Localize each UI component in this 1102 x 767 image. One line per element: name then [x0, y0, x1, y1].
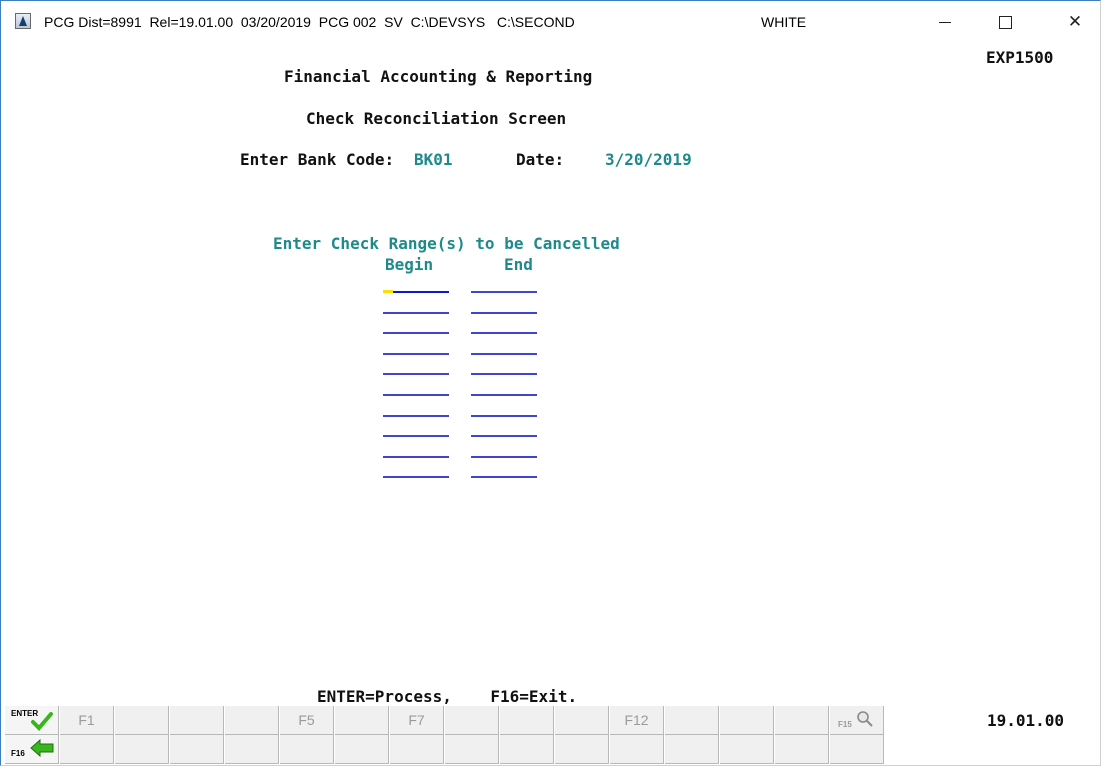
fkey-f12-button[interactable]: F12 — [610, 706, 664, 735]
begin-check-field[interactable] — [383, 455, 449, 458]
fkey-f1-button[interactable]: F1 — [60, 706, 114, 735]
minimize-button[interactable] — [925, 7, 965, 37]
text-cursor — [383, 290, 393, 293]
fkey-cell[interactable] — [775, 706, 829, 735]
fkey-cell[interactable] — [335, 706, 389, 735]
date-field[interactable]: 3/20/2019 — [605, 150, 692, 169]
checkmark-icon — [31, 712, 53, 731]
fkey-cell[interactable] — [555, 706, 609, 735]
fkey-cell[interactable] — [115, 735, 169, 764]
minimize-icon — [939, 22, 951, 24]
fkey-cell[interactable] — [115, 706, 169, 735]
magnifier-icon — [857, 711, 873, 727]
fkey-cell[interactable] — [280, 735, 334, 764]
begin-check-field[interactable] — [383, 435, 449, 438]
maximize-button[interactable] — [985, 7, 1025, 37]
window-user: WHITE — [761, 14, 807, 30]
program-id: EXP1500 — [986, 48, 1054, 67]
end-check-field[interactable] — [471, 476, 537, 479]
fkey-cell[interactable] — [225, 706, 279, 735]
begin-check-field[interactable] — [383, 373, 449, 376]
maximize-icon — [998, 16, 1012, 30]
end-check-field[interactable] — [471, 373, 537, 376]
end-check-field[interactable] — [471, 455, 537, 458]
close-button[interactable]: ✕ — [1055, 7, 1095, 37]
fkey-cell[interactable] — [335, 735, 389, 764]
end-check-field[interactable] — [471, 291, 537, 293]
f16-key-label: F16 — [11, 749, 25, 758]
page-title: Financial Accounting & Reporting — [284, 67, 593, 86]
title-bar: PCG Dist=8991 Rel=19.01.00 03/20/2019 PC… — [1, 1, 1100, 45]
app-window: PCG Dist=8991 Rel=19.01.00 03/20/2019 PC… — [0, 0, 1101, 766]
fkey-cell[interactable] — [170, 735, 224, 764]
end-check-field[interactable] — [471, 414, 537, 417]
fkey-cell[interactable] — [665, 735, 719, 764]
fkey-cell[interactable] — [500, 735, 554, 764]
end-check-field[interactable] — [471, 311, 537, 314]
fkey-f15-button[interactable]: F15 — [830, 706, 884, 735]
fkey-cell[interactable] — [775, 735, 829, 764]
fkey-cell[interactable] — [665, 706, 719, 735]
version-label: 19.01.00 — [987, 711, 1065, 730]
bank-code-field[interactable]: BK01 — [414, 150, 453, 169]
check-range-title: Enter Check Range(s) to be Cancelled — [273, 234, 620, 253]
fkey-cell[interactable] — [170, 706, 224, 735]
f15-key-label: F15 — [838, 720, 852, 729]
fkey-cell[interactable] — [830, 735, 884, 764]
begin-check-field[interactable] — [383, 332, 449, 335]
fkey-cell[interactable] — [60, 735, 114, 764]
begin-check-field[interactable] — [383, 394, 449, 396]
fkey-cell[interactable] — [720, 735, 774, 764]
fkey-f5-button[interactable]: F5 — [280, 706, 334, 735]
app-logo-icon — [15, 13, 31, 29]
function-key-hint: ENTER=Process, F16=Exit. — [317, 687, 578, 706]
end-check-field[interactable] — [471, 394, 537, 396]
begin-check-field[interactable] — [383, 476, 449, 479]
begin-column-header: Begin — [385, 255, 434, 274]
fkey-cell[interactable] — [500, 706, 554, 735]
bank-code-label: Enter Bank Code: — [240, 150, 395, 169]
enter-button[interactable]: ENTER — [5, 706, 59, 735]
begin-check-field[interactable] — [383, 311, 449, 314]
end-check-field[interactable] — [471, 332, 537, 335]
back-arrow-icon — [30, 738, 54, 758]
fkey-f7-button[interactable]: F7 — [390, 706, 444, 735]
fkey-cell[interactable] — [555, 735, 609, 764]
date-label: Date: — [516, 150, 565, 169]
fkey-cell[interactable] — [720, 706, 774, 735]
fkey-cell[interactable] — [390, 735, 444, 764]
exit-button[interactable]: F16 — [5, 735, 59, 764]
fkey-cell[interactable] — [445, 735, 499, 764]
fkey-cell[interactable] — [445, 706, 499, 735]
end-check-field[interactable] — [471, 435, 537, 438]
fkey-cell[interactable] — [610, 735, 664, 764]
begin-check-field[interactable] — [383, 414, 449, 417]
page-subtitle: Check Reconciliation Screen — [306, 109, 567, 128]
begin-check-field[interactable] — [383, 352, 449, 355]
end-column-header: End — [504, 255, 533, 274]
fkey-cell[interactable] — [225, 735, 279, 764]
window-title: PCG Dist=8991 Rel=19.01.00 03/20/2019 PC… — [44, 14, 575, 30]
end-check-field[interactable] — [471, 352, 537, 355]
